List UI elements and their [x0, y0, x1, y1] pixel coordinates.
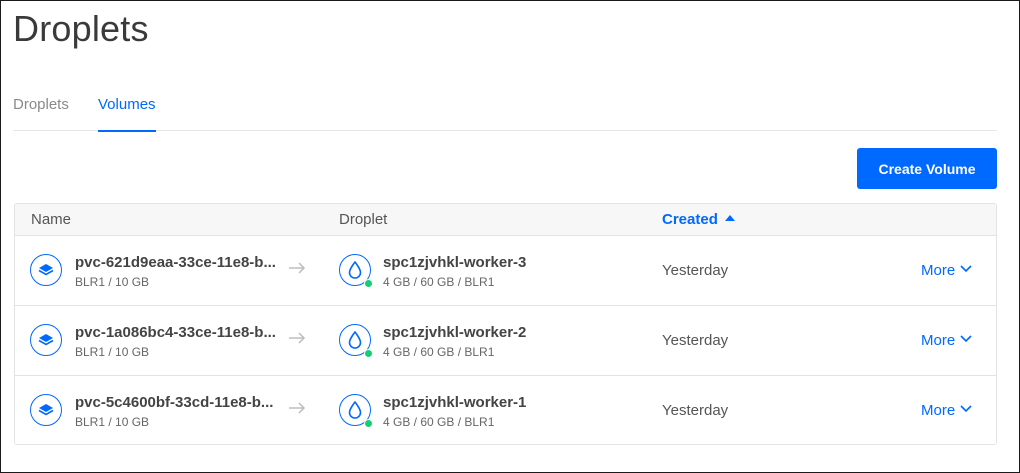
table-header: Name Droplet Created [15, 204, 996, 236]
table-row: pvc-621d9eaa-33ce-11e8-b... BLR1 / 10 GB… [15, 236, 996, 306]
column-header-droplet: Droplet [339, 211, 388, 228]
create-volume-button[interactable]: Create Volume [857, 148, 997, 189]
more-button[interactable]: More [921, 402, 972, 419]
created-date: Yesterday [662, 262, 729, 279]
volume-icon [30, 254, 62, 286]
table-row: pvc-5c4600bf-33cd-11e8-b... BLR1 / 10 GB… [15, 376, 996, 444]
status-dot [364, 349, 373, 358]
volume-name[interactable]: pvc-5c4600bf-33cd-11e8-b... [75, 394, 273, 411]
page-title: Droplets [13, 8, 149, 49]
volume-icon [30, 394, 62, 426]
droplet-meta: 4 GB / 60 GB / BLR1 [383, 275, 495, 289]
droplet-icon [339, 324, 373, 358]
volumes-table: Name Droplet Created pvc-621d9eaa-33ce-1… [14, 203, 997, 445]
created-date: Yesterday [662, 402, 729, 419]
more-label: More [921, 402, 956, 419]
more-button[interactable]: More [921, 332, 972, 349]
droplet-name[interactable]: spc1zjvhkl-worker-3 [383, 254, 526, 271]
column-header-name: Name [31, 211, 72, 228]
arrow-right-icon [287, 330, 307, 346]
volume-meta: BLR1 / 10 GB [75, 345, 150, 359]
table-row: pvc-1a086bc4-33ce-11e8-b... BLR1 / 10 GB… [15, 306, 996, 376]
droplet-meta: 4 GB / 60 GB / BLR1 [383, 415, 495, 429]
volume-name[interactable]: pvc-1a086bc4-33ce-11e8-b... [75, 324, 276, 341]
column-header-created[interactable]: Created [662, 211, 735, 228]
chevron-down-icon [960, 335, 972, 343]
created-date: Yesterday [662, 332, 729, 349]
droplet-name[interactable]: spc1zjvhkl-worker-1 [383, 394, 526, 411]
tab-droplets[interactable]: Droplets [13, 96, 69, 131]
tab-volumes[interactable]: Volumes [98, 96, 156, 132]
more-label: More [921, 262, 956, 279]
chevron-down-icon [960, 405, 972, 413]
droplet-icon [339, 254, 373, 288]
chevron-down-icon [960, 265, 972, 273]
more-button[interactable]: More [921, 262, 972, 279]
tab-bar: Droplets Volumes [13, 84, 997, 132]
caret-up-icon [724, 215, 735, 221]
column-header-created-label: Created [662, 211, 718, 228]
droplet-icon [339, 394, 373, 428]
volume-meta: BLR1 / 10 GB [75, 415, 150, 429]
volume-icon [30, 324, 62, 356]
more-label: More [921, 332, 956, 349]
arrow-right-icon [287, 400, 307, 416]
droplet-meta: 4 GB / 60 GB / BLR1 [383, 345, 495, 359]
volume-meta: BLR1 / 10 GB [75, 275, 150, 289]
droplet-name[interactable]: spc1zjvhkl-worker-2 [383, 324, 526, 341]
status-dot [364, 419, 373, 428]
status-dot [364, 279, 373, 288]
arrow-right-icon [287, 260, 307, 276]
volume-name[interactable]: pvc-621d9eaa-33ce-11e8-b... [75, 254, 276, 271]
